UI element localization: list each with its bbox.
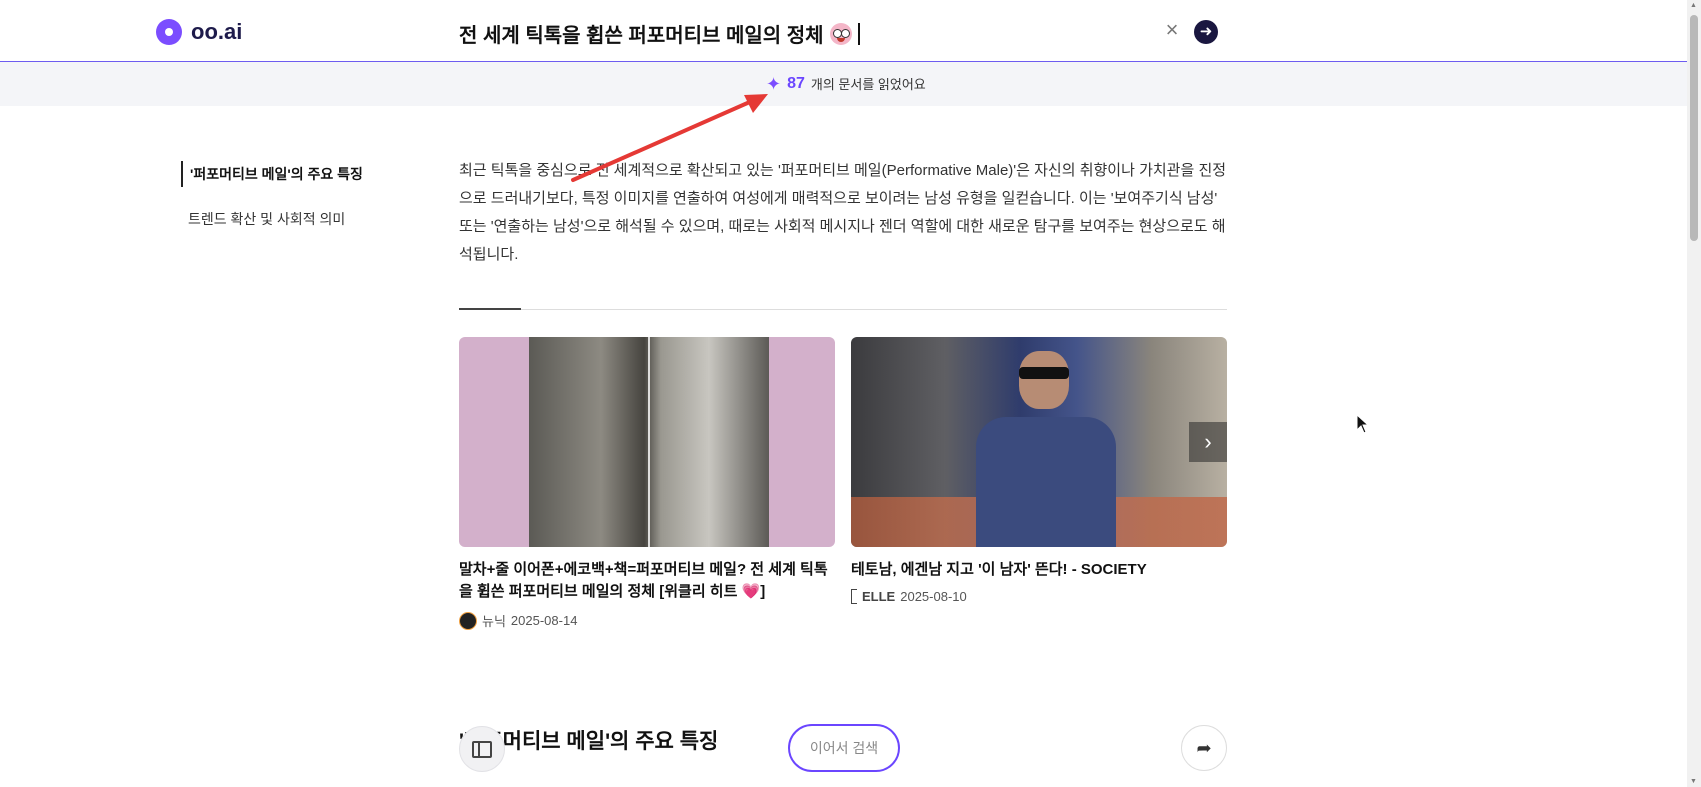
scrollbar-thumb[interactable] xyxy=(1690,15,1698,241)
source-thumbnail: › xyxy=(851,337,1227,547)
documents-read-info[interactable]: ✦ 87 개의 문서를 읽었어요 xyxy=(766,74,926,93)
toc-item-main-features[interactable]: '퍼포머티브 메일'의 주요 특징 xyxy=(181,161,363,187)
search-query-text: 전 세계 틱톡을 휩쓴 퍼포머티브 메일의 정체 xyxy=(459,25,824,47)
logo-text: oo.ai xyxy=(191,19,243,44)
submit-search-button[interactable]: ➜ xyxy=(1194,20,1218,44)
source-date: 2025-08-10 xyxy=(900,589,967,604)
answer-summary: 최근 틱톡을 중심으로 전 세계적으로 확산되고 있는 '퍼포머티브 메일(Pe… xyxy=(459,162,1227,263)
scroll-down-icon[interactable]: ▼ xyxy=(1690,778,1697,785)
source-logo-icon xyxy=(851,589,857,604)
source-card[interactable]: 말차+줄 이어폰+에코백+책=퍼포머티브 메일? 전 세계 틱톡을 휩쓴 퍼포머… xyxy=(459,337,835,630)
source-card[interactable]: › 테토남, 에겐남 지고 '이 남자' 뜬다! - SOCIETY ELLE … xyxy=(851,337,1227,604)
toc-item-trend-meaning[interactable]: 트렌드 확산 및 사회적 의미 xyxy=(181,206,363,232)
source-thumbnail xyxy=(459,337,835,547)
top-search-bar: oo.ai 전 세계 틱톡을 휩쓴 퍼포머티브 메일의 정체 × ➜ xyxy=(0,0,1687,62)
source-card-title[interactable]: 말차+줄 이어폰+에코백+책=퍼포머티브 메일? 전 세계 틱톡을 휩쓴 퍼포머… xyxy=(459,559,835,603)
share-button[interactable]: ➦ xyxy=(1181,725,1227,771)
sidebar-panel-icon xyxy=(472,740,492,758)
sidebar-toggle-button[interactable] xyxy=(459,726,505,772)
table-of-contents: '퍼포머티브 메일'의 주요 특징 트렌드 확산 및 사회적 의미 xyxy=(181,161,363,251)
carousel-next-button[interactable]: › xyxy=(1189,422,1227,462)
continue-search-button[interactable]: 이어서 검색 xyxy=(788,724,900,772)
source-card-meta: ELLE 2025-08-10 xyxy=(851,589,1227,604)
text-caret xyxy=(857,22,860,45)
source-avatar-icon xyxy=(459,611,477,630)
documents-read-bar: ✦ 87 개의 문서를 읽었어요 xyxy=(0,62,1687,106)
logo[interactable]: oo.ai xyxy=(156,19,242,45)
scroll-up-icon[interactable]: ▲ xyxy=(1690,2,1697,9)
documents-read-label: 개의 문서를 읽었어요 xyxy=(810,77,926,92)
divider-active-indicator xyxy=(459,308,521,310)
source-card-meta: 뉴닉 2025-08-14 xyxy=(459,611,835,630)
search-input[interactable]: 전 세계 틱톡을 휩쓴 퍼포머티브 메일의 정체 xyxy=(459,19,860,48)
face-emoji-icon xyxy=(829,22,852,45)
logo-mark-icon xyxy=(156,19,182,45)
mouse-cursor-icon xyxy=(1356,414,1370,434)
source-name: ELLE xyxy=(862,589,896,604)
clear-search-button[interactable]: × xyxy=(1162,19,1182,41)
scrollbar[interactable]: ▲ ▼ xyxy=(1687,0,1701,787)
source-card-title[interactable]: 테토남, 에겐남 지고 '이 남자' 뜬다! - SOCIETY xyxy=(851,559,1227,581)
sparkle-icon: ✦ xyxy=(766,73,782,94)
documents-count: 87 xyxy=(787,74,805,92)
source-name: 뉴닉 xyxy=(482,614,506,629)
divider xyxy=(459,309,1227,310)
source-date: 2025-08-14 xyxy=(510,613,578,628)
